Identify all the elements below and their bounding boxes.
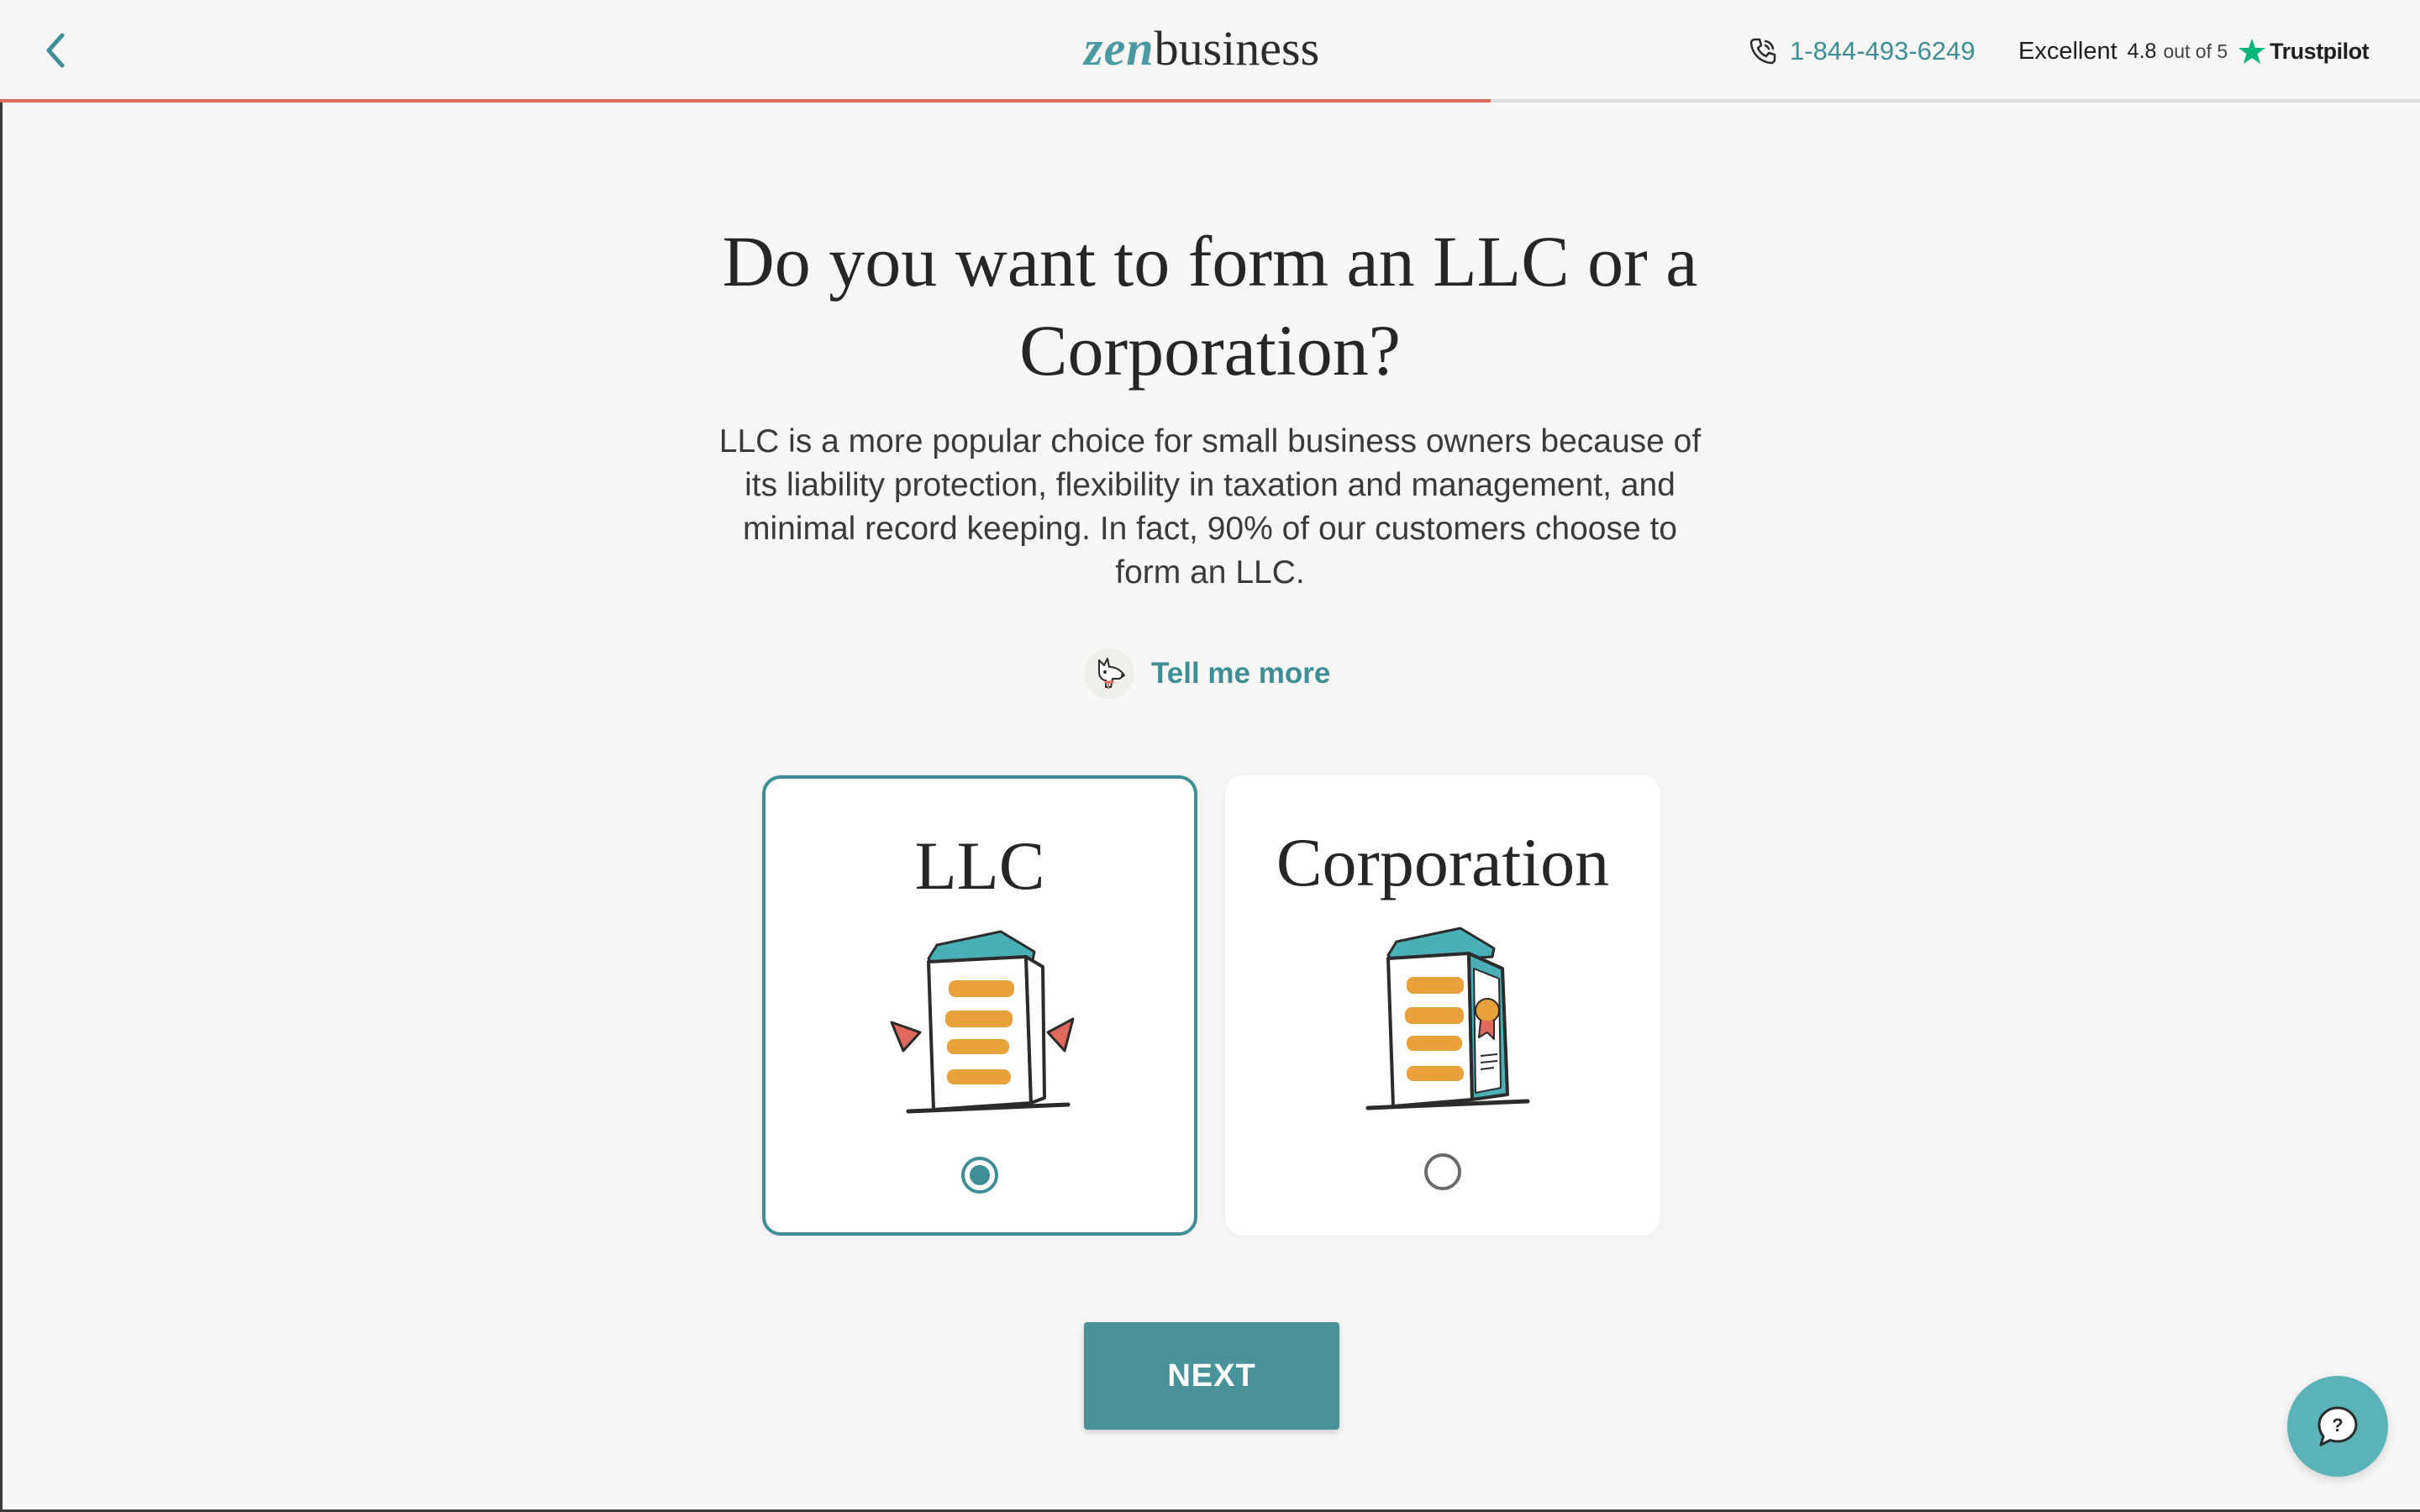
phone-icon (1749, 38, 1776, 65)
page-title: Do you want to form an LLC or a Corporat… (722, 221, 1698, 391)
llc-radio[interactable] (961, 1157, 998, 1194)
rating-out-of: out of 5 (2163, 39, 2228, 62)
chevron-left-icon (46, 33, 65, 68)
chat-help-button[interactable]: ? (2287, 1376, 2388, 1477)
phone-number-link[interactable]: 1-844-493-6249 (1790, 36, 1975, 66)
llc-building-illustration (890, 930, 1075, 1114)
trustpilot-brand: Trustpilot (2270, 38, 2370, 64)
top-header: zenbusiness 1-844-493-6249 Excellent 4.8… (0, 0, 2420, 102)
tell-me-more-link[interactable]: Tell me more (1082, 647, 1330, 701)
option-label-corporation: Corporation (1276, 824, 1610, 900)
page-description: LLC is a more popular choice for small b… (718, 423, 1702, 591)
rating-score: 4.8 (2127, 39, 2157, 63)
trustpilot-rating[interactable]: Excellent 4.8 out of 5 Trustpilot (2018, 30, 2370, 72)
option-card-corporation[interactable]: Corporation (1225, 775, 1660, 1236)
rating-word: Excellent (2018, 37, 2118, 65)
corporation-building-illustration (1365, 927, 1530, 1110)
corporation-radio[interactable] (1424, 1153, 1461, 1190)
back-button[interactable] (37, 25, 74, 76)
zenbusiness-logo[interactable]: zenbusiness (1084, 15, 1319, 82)
phone-contact: 1-844-493-6249 (1748, 30, 1975, 72)
next-button[interactable]: NEXT (1084, 1322, 1339, 1430)
chat-help-icon: ? (2317, 1406, 2358, 1446)
window-frame-left (0, 0, 3, 1512)
tell-me-more-label: Tell me more (1151, 657, 1331, 690)
dog-mascot-icon (1084, 648, 1134, 699)
option-label-llc: LLC (914, 827, 1045, 904)
svg-text:?: ? (2332, 1415, 2343, 1436)
progress-bar-fill (0, 99, 1491, 102)
logo-business: business (1154, 21, 1320, 76)
option-card-llc[interactable]: LLC (762, 775, 1197, 1236)
trustpilot-star-icon (2238, 39, 2266, 64)
logo-zen: zen (1084, 21, 1155, 76)
